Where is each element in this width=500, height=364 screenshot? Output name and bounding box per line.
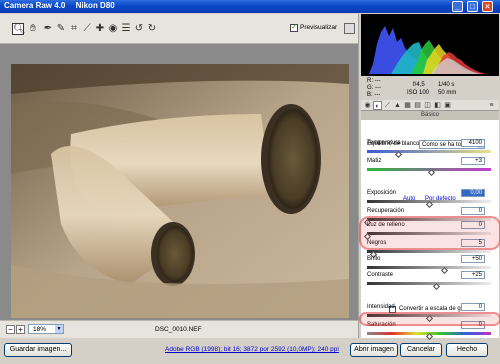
minimize-button[interactable]: _ — [452, 1, 463, 12]
contraste-slider[interactable] — [367, 282, 491, 291]
maximize-button[interactable]: □ — [467, 1, 478, 12]
exposicion-slider-thumb[interactable] — [425, 200, 434, 209]
retouch-icon[interactable]: ✚ — [94, 23, 106, 35]
fullscreen-button[interactable] — [344, 23, 355, 34]
title-bar: Camera Raw 4.0 Nikon D80 _ □ × — [0, 0, 500, 13]
tab-detail[interactable]: ▲ — [393, 101, 402, 110]
image-canvas — [0, 44, 358, 320]
status-bar: − + 18% ▼ DSC_0010.NEF — [0, 320, 358, 338]
tab-lens[interactable]: ◫ — [423, 101, 432, 110]
window-title: Camera Raw 4.0 Nikon D80 — [4, 1, 123, 10]
contraste-label: Contraste — [367, 272, 394, 278]
saturacion-slider[interactable] — [367, 332, 491, 341]
tab-camera-calibration[interactable]: ◉ — [363, 101, 372, 110]
aperture-readout: f/4,5 — [413, 82, 425, 88]
tab-basic[interactable]: ◐ — [373, 101, 382, 110]
tab-hsl[interactable]: ▦ — [403, 101, 412, 110]
preview-label: Previsualizar — [300, 24, 338, 31]
temperatura-label: Temperatura — [367, 140, 401, 146]
done-button[interactable]: Hecho — [446, 343, 488, 357]
tab-presets[interactable]: ▣ — [443, 101, 452, 110]
panel-tabs: ◉ ◐ ⟋ ▲ ▦ ▤ ◫ ◧ ▣ ≡ — [361, 100, 499, 111]
cancel-button[interactable]: Cancelar — [400, 343, 442, 357]
rotate-cw-icon[interactable]: ↻ — [146, 23, 158, 35]
hand-icon[interactable]: ✋︎ — [27, 23, 39, 35]
intensidad-field[interactable]: 0 — [461, 303, 485, 311]
negros-slider[interactable] — [367, 250, 491, 259]
brillo-field[interactable]: +50 — [461, 255, 485, 263]
shutter-readout: 1/40 s — [438, 82, 455, 88]
vibrance-highlight — [359, 312, 500, 326]
contraste-field[interactable]: +25 — [461, 271, 485, 279]
footer: Guardar imagen... Adobe RGB (1998); bit … — [0, 338, 500, 364]
file-name: DSC_0010.NEF — [155, 326, 202, 333]
matiz-slider-thumb[interactable] — [428, 168, 436, 177]
temperatura-slider-thumb[interactable] — [394, 150, 403, 159]
close-button[interactable]: × — [482, 1, 493, 12]
intensidad-label: Intensidad — [367, 304, 395, 310]
tab-calibration[interactable]: ◧ — [433, 101, 442, 110]
exposicion-field[interactable]: 0,00 — [461, 189, 485, 197]
chevron-down-icon: ▼ — [55, 325, 63, 333]
histogram — [361, 14, 499, 76]
photo-image — [11, 64, 349, 318]
zoom-icon[interactable]: 🔍︎ — [12, 23, 26, 35]
matiz-label: Matiz — [367, 158, 382, 164]
blue-readout: B: --- — [367, 92, 381, 98]
brillo-slider[interactable] — [367, 266, 491, 275]
brillo-label: Brillo — [367, 256, 381, 262]
recuperacion-field[interactable]: 0 — [461, 207, 485, 215]
zoom-select[interactable]: 18% ▼ — [28, 324, 64, 334]
temperatura-slider[interactable] — [367, 150, 491, 159]
zoom-out-button[interactable]: − — [6, 325, 15, 334]
app-name: Camera Raw 4.0 — [4, 1, 66, 10]
camera-name: Nikon D80 — [75, 1, 115, 10]
tab-tone-curve[interactable]: ⟋ — [383, 101, 392, 110]
matiz-field[interactable]: +3 — [461, 157, 485, 165]
color-sampler-icon[interactable]: ✎ — [55, 23, 67, 35]
exposicion-slider[interactable] — [367, 200, 491, 209]
rotate-ccw-icon[interactable]: ↺ — [133, 23, 145, 35]
iso-readout: ISO 100 — [407, 90, 430, 96]
preferences-icon[interactable]: ☰ — [120, 23, 132, 35]
panel-menu-icon[interactable]: ≡ — [487, 101, 496, 110]
adjustments-panel: R: --- G: --- B: --- f/4,5 1/40 s ISO 10… — [358, 14, 500, 341]
open-image-button[interactable]: Abrir imagen — [350, 343, 398, 357]
straighten-icon[interactable]: ⟋ — [81, 23, 93, 35]
preview-checkbox[interactable]: ✓ — [290, 24, 298, 32]
zoom-in-button[interactable]: + — [16, 325, 25, 334]
brillo-slider-thumb[interactable] — [440, 266, 448, 275]
workflow-options-link[interactable]: Adobe RGB (1998); bit 16; 3872 por 2592 … — [165, 346, 339, 353]
save-image-button[interactable]: Guardar imagen... — [4, 343, 72, 357]
recovery-fill-highlight — [359, 216, 500, 250]
histogram-graph — [361, 14, 499, 76]
section-title: Básico — [361, 111, 499, 120]
toolbar: 🔍︎ ✋︎ ✒ ✎ ⌗ ⟋ ✚ ◉ ☰ ↺ ↻ ✓ Previsualizar — [0, 14, 358, 44]
temperatura-field[interactable]: 4100 — [461, 139, 485, 147]
basic-panel: Equilibrio de blancos: Como se ha tomado… — [359, 120, 500, 341]
zoom-value: 18% — [33, 326, 47, 333]
exposicion-label: Exposición — [367, 190, 397, 196]
red-readout: R: --- — [367, 78, 381, 84]
contraste-slider-thumb[interactable] — [433, 282, 441, 291]
crop-icon[interactable]: ⌗ — [68, 23, 80, 35]
green-readout: G: --- — [367, 85, 381, 91]
tab-split-toning[interactable]: ▤ — [413, 101, 422, 110]
recuperacion-label: Recuperación — [367, 208, 405, 214]
photo-preview[interactable] — [11, 64, 349, 318]
red-eye-icon[interactable]: ◉ — [107, 23, 119, 35]
white-balance-icon[interactable]: ✒ — [42, 23, 54, 35]
focal-readout: 50 mm — [438, 90, 457, 96]
matiz-slider[interactable] — [367, 168, 491, 177]
